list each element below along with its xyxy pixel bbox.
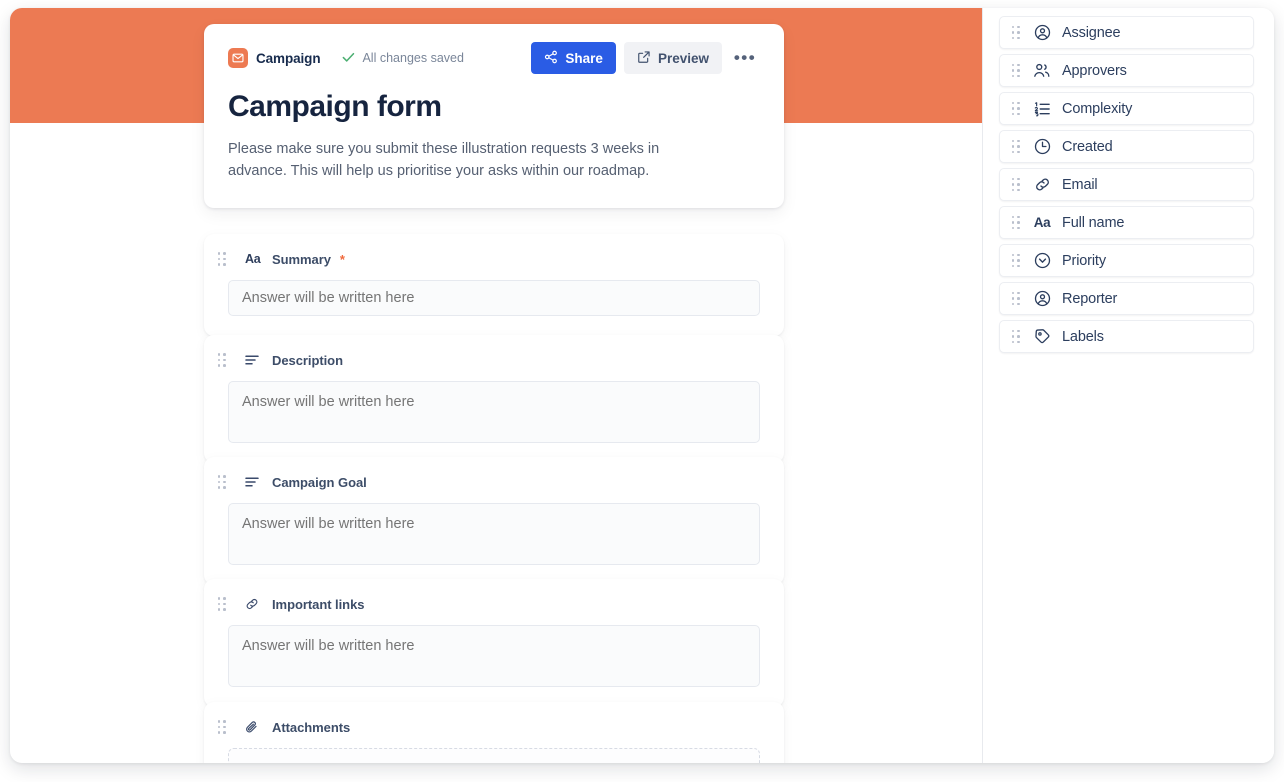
panel-item-label: Full name bbox=[1062, 214, 1125, 231]
field-card-summary[interactable]: Aa Summary * bbox=[204, 234, 784, 336]
paragraph-lines-icon bbox=[245, 352, 263, 368]
form-scroll-area[interactable]: Campaign All changes saved Share Preview… bbox=[10, 8, 982, 763]
drag-handle-icon[interactable] bbox=[1010, 101, 1022, 117]
share-button[interactable]: Share bbox=[531, 42, 616, 74]
drag-handle-icon[interactable] bbox=[1010, 139, 1022, 155]
required-marker: * bbox=[339, 251, 345, 267]
tag-icon bbox=[1032, 328, 1052, 346]
envelope-icon bbox=[228, 48, 248, 68]
panel-item-label: Complexity bbox=[1062, 100, 1133, 117]
drag-handle-icon[interactable] bbox=[216, 596, 228, 612]
form-description: Please make sure you submit these illust… bbox=[228, 140, 660, 179]
paperclip-icon bbox=[245, 719, 263, 735]
preview-button[interactable]: Preview bbox=[623, 42, 722, 74]
field-header: Campaign Goal bbox=[216, 473, 760, 491]
panel-item-labels[interactable]: Labels bbox=[999, 320, 1254, 353]
panel-item-reporter[interactable]: Reporter bbox=[999, 282, 1254, 315]
description-input[interactable] bbox=[228, 381, 760, 443]
text-aa-icon: Aa bbox=[1033, 215, 1051, 230]
share-icon bbox=[544, 50, 558, 67]
field-picker-panel: Assignee Approvers Complexity Created Em… bbox=[983, 8, 1274, 763]
field-label: Important links bbox=[272, 596, 365, 612]
summary-input[interactable] bbox=[228, 280, 760, 316]
field-card-important-links[interactable]: Important links bbox=[204, 579, 784, 707]
drag-handle-icon[interactable] bbox=[216, 352, 228, 368]
panel-item-created[interactable]: Created bbox=[999, 130, 1254, 163]
drag-handle-icon[interactable] bbox=[216, 719, 228, 735]
link-icon bbox=[245, 596, 263, 612]
share-button-label: Share bbox=[565, 50, 603, 66]
user-circle-icon bbox=[1032, 290, 1052, 308]
drag-handle-icon[interactable] bbox=[1010, 253, 1022, 269]
field-label: Campaign Goal bbox=[272, 474, 367, 490]
panel-item-email[interactable]: Email bbox=[999, 168, 1254, 201]
panel-item-label: Priority bbox=[1062, 252, 1106, 269]
panel-item-full-name[interactable]: Aa Full name bbox=[999, 206, 1254, 239]
panel-item-label: Email bbox=[1062, 176, 1098, 193]
drag-handle-icon[interactable] bbox=[216, 474, 228, 490]
drag-handle-icon[interactable] bbox=[1010, 329, 1022, 345]
save-status: All changes saved bbox=[342, 51, 464, 65]
important-links-input[interactable] bbox=[228, 625, 760, 687]
panel-item-complexity[interactable]: Complexity bbox=[999, 92, 1254, 125]
checkmark-icon bbox=[342, 51, 355, 65]
chevron-down-circle-icon bbox=[1032, 252, 1052, 270]
drag-handle-icon[interactable] bbox=[1010, 291, 1022, 307]
page-title: Campaign form bbox=[228, 90, 442, 123]
link-icon bbox=[1032, 176, 1052, 194]
more-options-button[interactable]: ••• bbox=[730, 43, 760, 73]
app-window: Campaign All changes saved Share Preview… bbox=[10, 8, 1274, 763]
campaign-label: Campaign bbox=[256, 50, 321, 66]
field-header: Attachments bbox=[216, 718, 760, 736]
panel-item-priority[interactable]: Priority bbox=[999, 244, 1254, 277]
field-label: Attachments bbox=[272, 719, 351, 735]
campaign-chip[interactable]: Campaign bbox=[228, 48, 321, 68]
attachments-dropzone[interactable]: Attachments will be uploaded here bbox=[228, 748, 760, 763]
panel-item-label: Approvers bbox=[1062, 62, 1127, 79]
field-card-attachments[interactable]: Attachments Attachments will be uploaded… bbox=[204, 702, 784, 763]
field-header: Important links bbox=[216, 595, 760, 613]
user-circle-icon bbox=[1032, 24, 1052, 42]
field-header: Aa Summary * bbox=[216, 250, 760, 268]
field-card-description[interactable]: Description bbox=[204, 335, 784, 463]
drag-handle-icon[interactable] bbox=[216, 251, 228, 267]
users-group-icon bbox=[1032, 62, 1052, 80]
panel-item-label: Created bbox=[1062, 138, 1113, 155]
field-card-campaign-goal[interactable]: Campaign Goal bbox=[204, 457, 784, 585]
panel-item-approvers[interactable]: Approvers bbox=[999, 54, 1254, 87]
field-label: Description bbox=[272, 352, 343, 368]
field-label: Summary bbox=[272, 251, 331, 267]
drag-handle-icon[interactable] bbox=[1010, 63, 1022, 79]
drag-handle-icon[interactable] bbox=[1010, 177, 1022, 193]
paragraph-lines-icon bbox=[245, 474, 263, 490]
clock-icon bbox=[1032, 138, 1052, 156]
external-link-icon bbox=[637, 50, 651, 67]
save-status-label: All changes saved bbox=[362, 51, 464, 65]
form-header-card: Campaign All changes saved Share Preview… bbox=[204, 24, 784, 209]
field-header: Description bbox=[216, 351, 760, 369]
numbered-list-icon bbox=[1032, 100, 1052, 118]
drag-handle-icon[interactable] bbox=[1010, 25, 1022, 41]
panel-item-label: Labels bbox=[1062, 328, 1104, 345]
preview-button-label: Preview bbox=[657, 50, 709, 66]
drag-handle-icon[interactable] bbox=[1010, 215, 1022, 231]
campaign-goal-input[interactable] bbox=[228, 503, 760, 565]
header-actions: Share Preview ••• bbox=[531, 42, 760, 74]
panel-item-label: Assignee bbox=[1062, 24, 1121, 41]
text-aa-icon: Aa bbox=[245, 252, 261, 266]
form-header-toolbar: Campaign All changes saved Share Preview… bbox=[228, 42, 760, 74]
panel-item-assignee[interactable]: Assignee bbox=[999, 16, 1254, 49]
panel-item-label: Reporter bbox=[1062, 290, 1118, 307]
